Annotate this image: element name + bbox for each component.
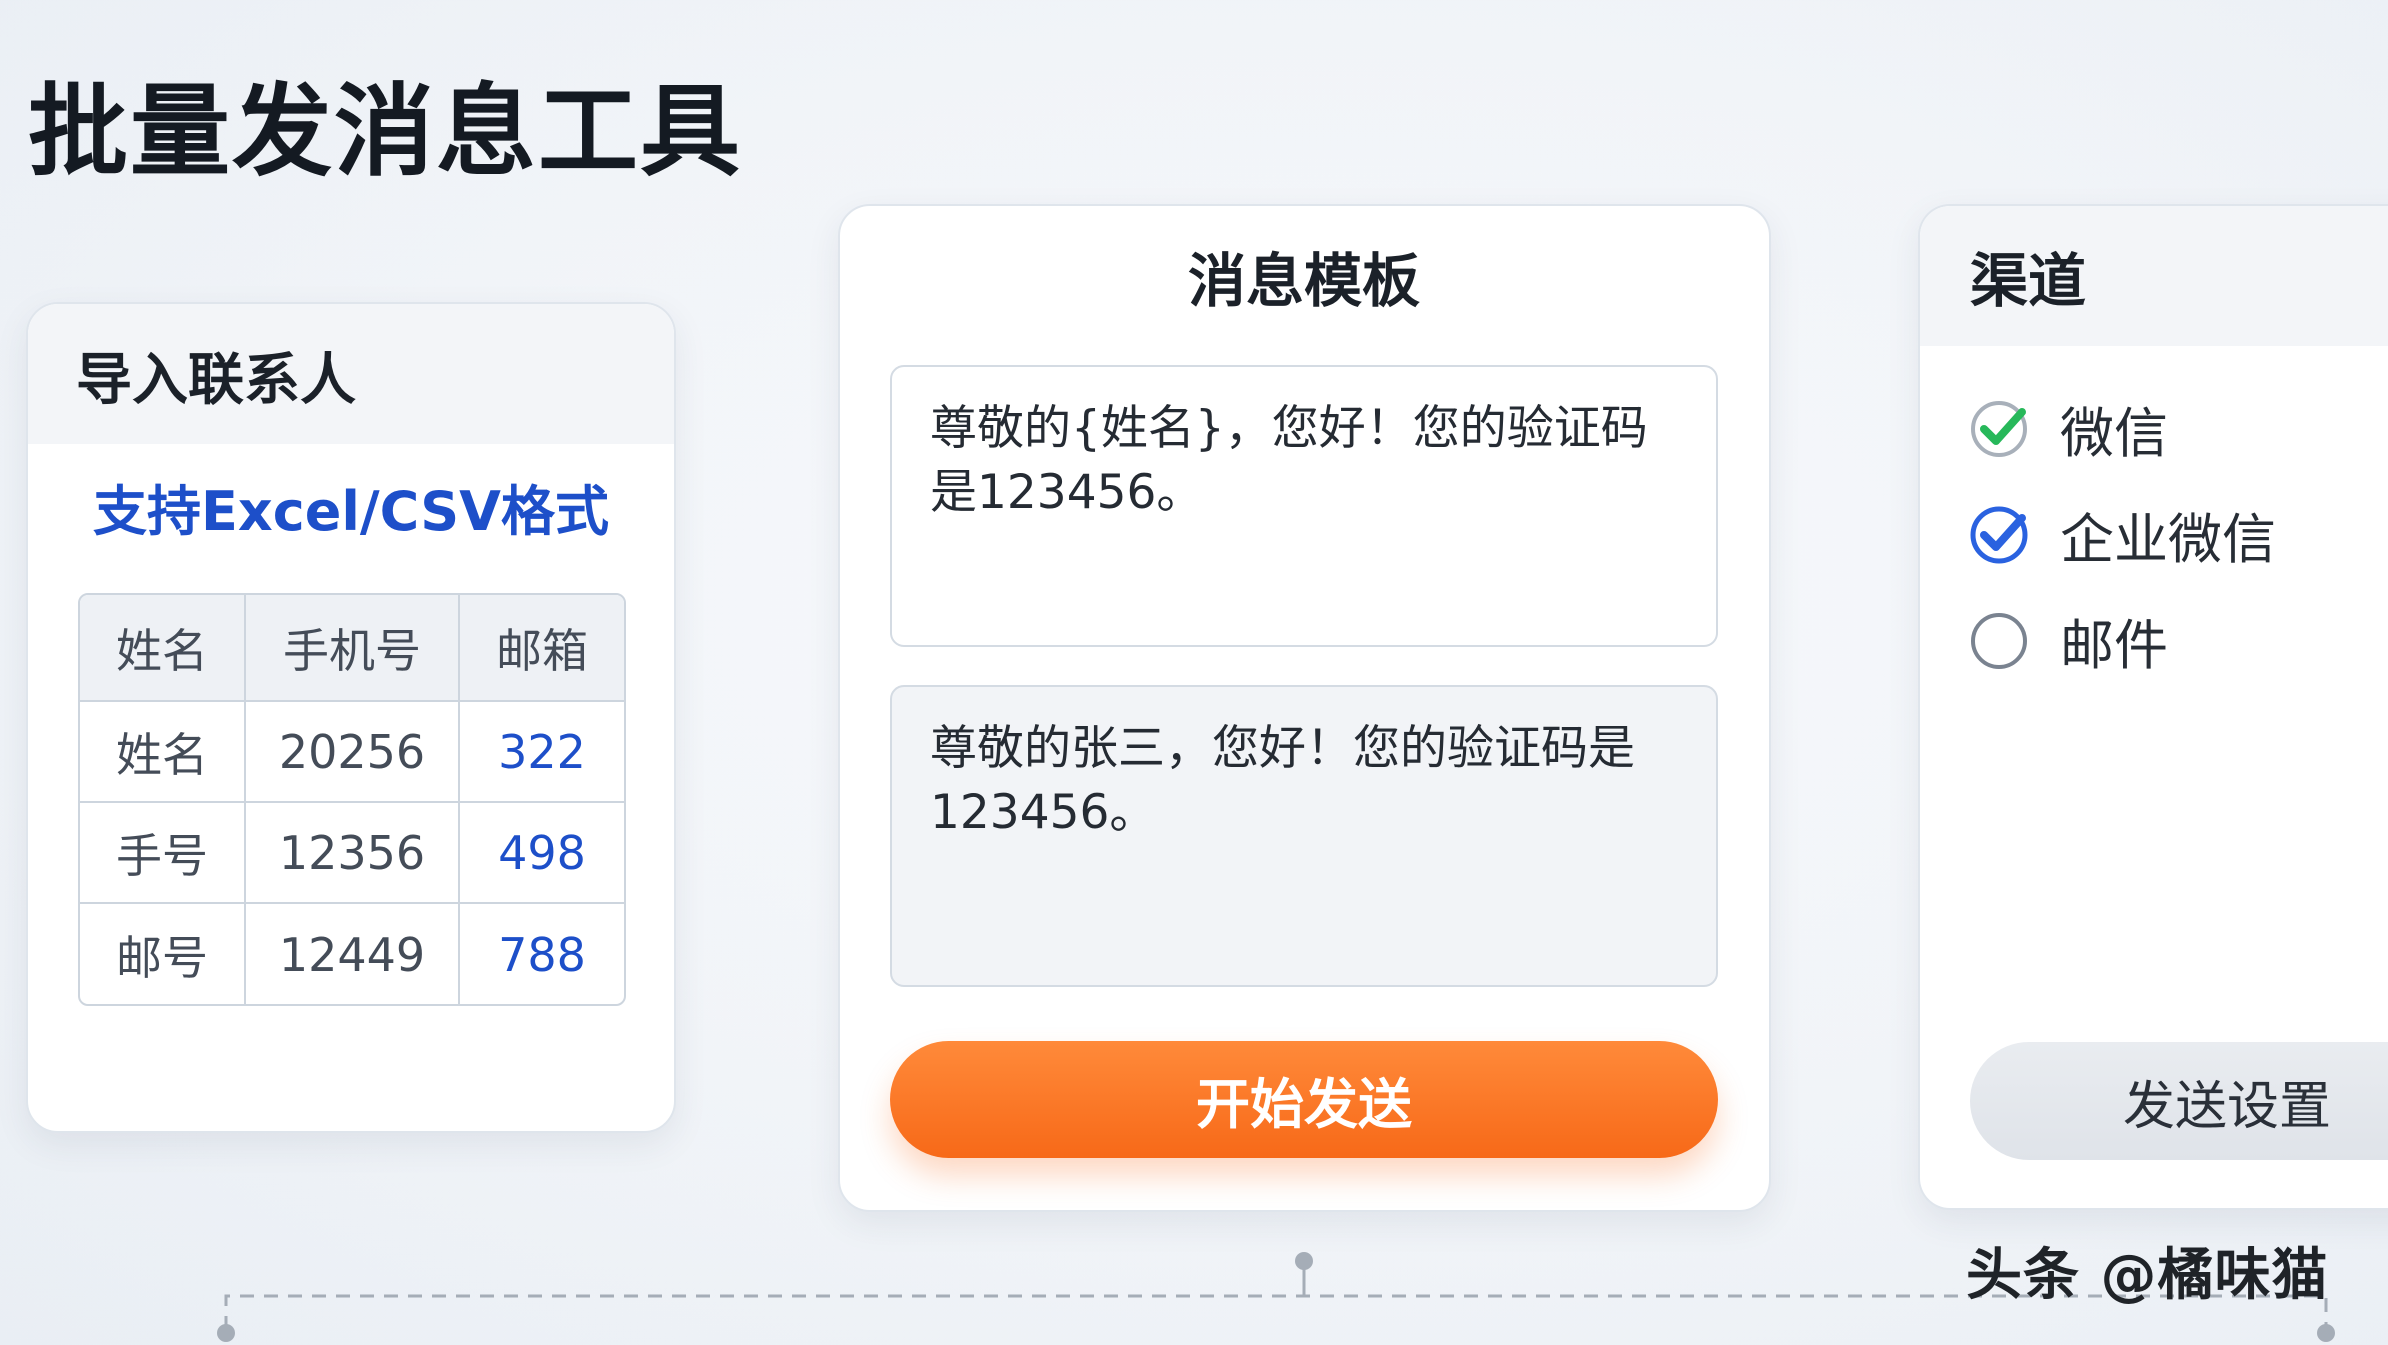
- table-header-row: 姓名 手机号 邮箱: [80, 595, 624, 702]
- channel-option-wecom[interactable]: 企业微信: [1968, 495, 2276, 574]
- start-send-button[interactable]: 开始发送: [890, 1041, 1718, 1158]
- connector-dot-icon: [2317, 1324, 2335, 1342]
- table-header-name: 姓名: [80, 595, 246, 700]
- contacts-table: 姓名 手机号 邮箱 姓名 20256 322 手号 12356 498 邮号 1…: [78, 593, 626, 1006]
- connector-dot-icon: [1295, 1252, 1313, 1270]
- table-cell: 12449: [246, 904, 460, 1004]
- table-cell: 邮号: [80, 904, 246, 1004]
- table-row[interactable]: 邮号 12449 788: [80, 904, 624, 1004]
- format-note-link[interactable]: 支持Excel/CSV格式: [0, 472, 702, 552]
- send-settings-button[interactable]: 发送设置: [1970, 1042, 2388, 1160]
- channel-option-email[interactable]: 邮件: [1968, 601, 2168, 680]
- checkmark-circle-icon: [1971, 400, 2027, 457]
- connector-dot-icon: [217, 1324, 235, 1342]
- table-cell: 20256: [246, 702, 460, 801]
- checkmark-circle-icon: [1970, 506, 2028, 563]
- import-contacts-title: 导入联系人: [76, 348, 356, 413]
- channel-option-wechat[interactable]: 微信: [1968, 389, 2168, 468]
- table-cell: 788: [498, 927, 586, 982]
- table-row[interactable]: 姓名 20256 322: [80, 702, 624, 803]
- table-header-phone: 手机号: [246, 595, 460, 700]
- table-cell: 322: [498, 724, 586, 779]
- table-cell: 12356: [246, 803, 460, 902]
- table-cell: 姓名: [80, 702, 246, 801]
- empty-circle-icon: [1971, 612, 2027, 669]
- channel-label: 企业微信: [2060, 508, 2276, 571]
- channel-label: 微信: [2060, 402, 2168, 465]
- watermark: 头条 @橘味猫: [1966, 1243, 2329, 1308]
- template-preview: 尊敬的张三，您好！您的验证码是123456。: [890, 685, 1718, 987]
- table-header-email: 邮箱: [496, 623, 588, 678]
- table-cell: 手号: [80, 803, 246, 902]
- table-row[interactable]: 手号 12356 498: [80, 803, 624, 904]
- channels-title: 渠道: [1970, 247, 2087, 315]
- page-title: 批量发消息工具: [28, 73, 742, 190]
- channel-label: 邮件: [2060, 614, 2168, 677]
- table-cell: 498: [498, 825, 586, 880]
- template-text-input[interactable]: 尊敬的{姓名}，您好！您的验证码是123456。: [890, 365, 1718, 647]
